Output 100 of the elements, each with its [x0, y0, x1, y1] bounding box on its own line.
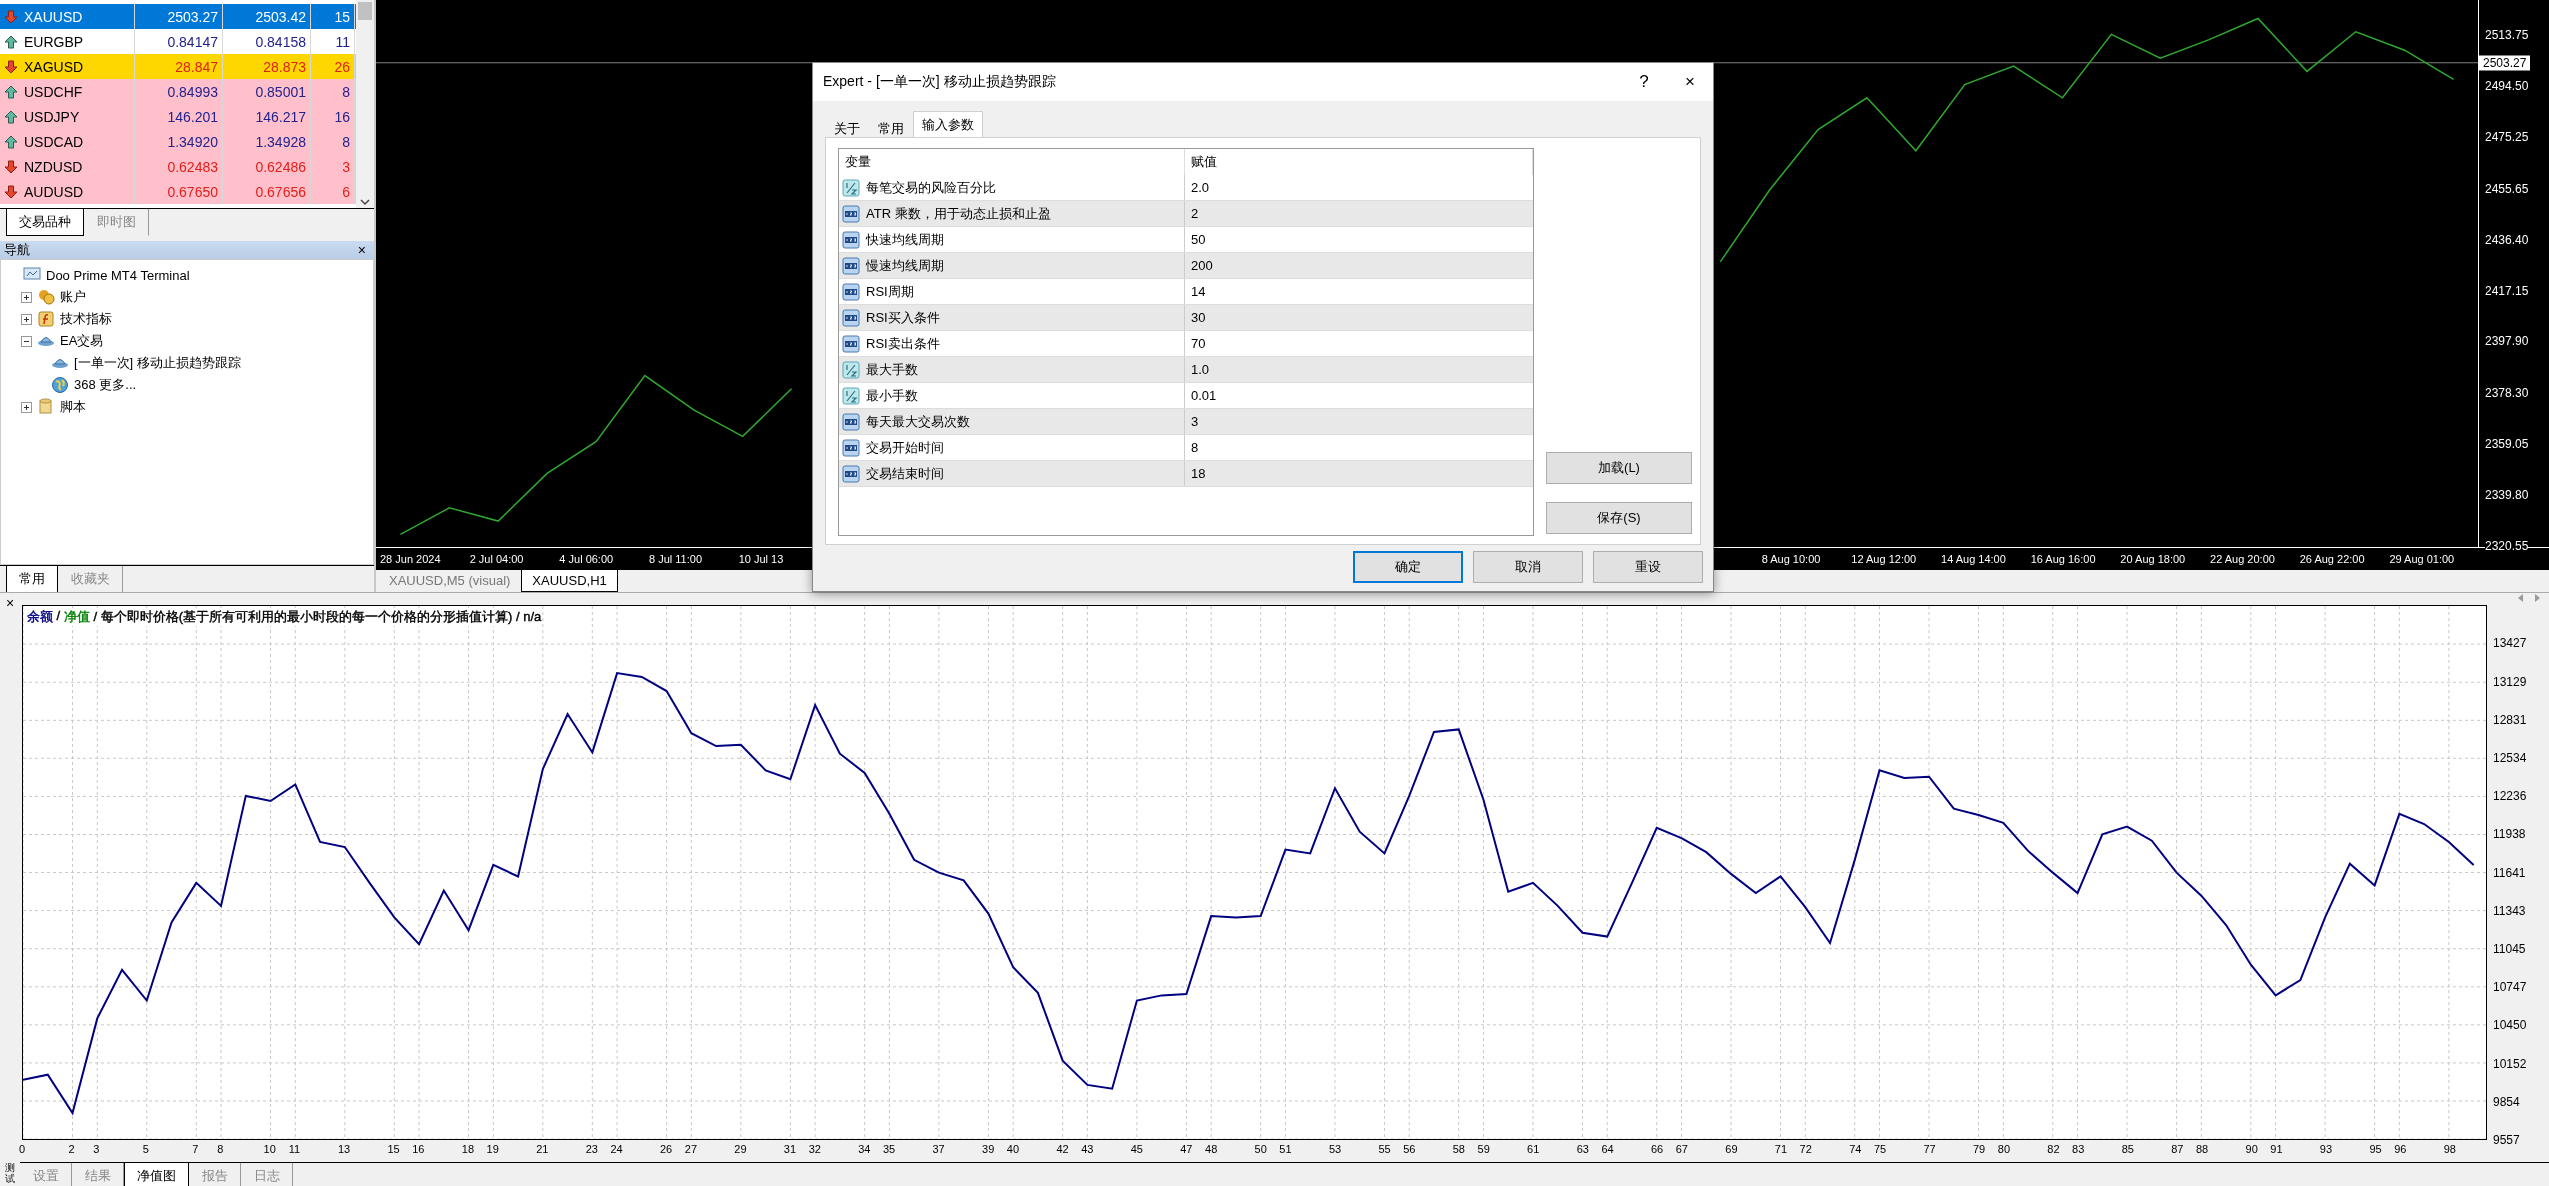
- x-axis-label: 10: [263, 1143, 276, 1155]
- tree-item[interactable]: EA交易: [60, 332, 104, 350]
- x-axis-label: 29: [734, 1143, 747, 1155]
- x-axis-label: 64: [1601, 1143, 1614, 1155]
- time-label: 10 Jul 13: [738, 553, 785, 565]
- help-button[interactable]: ?: [1621, 72, 1667, 92]
- x-axis-label: 75: [1873, 1143, 1887, 1155]
- expand-icon[interactable]: [21, 401, 32, 413]
- panel-tab[interactable]: 常用: [6, 566, 58, 593]
- tree-item[interactable]: 368 更多...: [74, 376, 137, 394]
- parameter-value[interactable]: 8: [1185, 435, 1533, 460]
- x-axis-label: 83: [2072, 1143, 2085, 1155]
- symbol-row[interactable]: XAUUSD 2503.27 2503.42 15: [0, 4, 356, 29]
- x-axis-label: 0: [18, 1143, 26, 1155]
- parameter-name: 交易结束时间: [839, 461, 1185, 486]
- time-label: 14 Aug 14:00: [1941, 553, 2007, 565]
- x-axis-label: 85: [2121, 1143, 2134, 1155]
- x-axis-label: 71: [1774, 1143, 1788, 1155]
- x-axis-label: 90: [2245, 1143, 2258, 1155]
- parameter-value[interactable]: 2.0: [1185, 175, 1533, 200]
- symbol-row[interactable]: USDJPY 146.201 146.217 16: [0, 104, 356, 129]
- parameter-name: RSI卖出条件: [839, 331, 1185, 356]
- dialog-button[interactable]: 取消: [1473, 551, 1583, 583]
- x-axis-label: 48: [1205, 1143, 1218, 1155]
- parameter-value[interactable]: 70: [1185, 331, 1533, 356]
- symbol-name: XAGUSD: [24, 58, 84, 75]
- close-button[interactable]: ×: [1667, 72, 1713, 92]
- x-axis-label: 95: [2369, 1143, 2382, 1155]
- dialog-button[interactable]: 确定: [1353, 551, 1463, 583]
- x-axis-label: 26: [660, 1143, 673, 1155]
- parameter-name: RSI买入条件: [839, 305, 1185, 330]
- parameter-name: 最大手数: [839, 357, 1185, 382]
- parameter-name: RSI周期: [839, 279, 1185, 304]
- dialog-title: Expert - [一单一次] 移动止损趋势跟踪: [823, 73, 1056, 91]
- price-label: 2417.15: [2485, 283, 2529, 298]
- x-axis-label: 31: [783, 1143, 797, 1155]
- y-axis-label: 12831: [2493, 712, 2527, 727]
- close-button[interactable]: ×: [1, 595, 19, 611]
- parameter-value[interactable]: 200: [1185, 253, 1533, 278]
- symbol-row[interactable]: AUDUSD 0.67650 0.67656 6: [0, 179, 356, 204]
- expand-icon[interactable]: [21, 291, 32, 303]
- expand-icon[interactable]: [21, 313, 32, 325]
- parameter-value[interactable]: 3: [1185, 409, 1533, 434]
- close-button[interactable]: ×: [353, 242, 370, 258]
- tree-item[interactable]: 脚本: [60, 398, 86, 416]
- tree-item[interactable]: 账户: [60, 288, 86, 306]
- dialog-tab[interactable]: 关于: [825, 115, 869, 137]
- parameter-value[interactable]: 18: [1185, 461, 1533, 486]
- chevron-down-icon[interactable]: [360, 198, 370, 206]
- symbol-row[interactable]: NZDUSD 0.62483 0.62486 3: [0, 154, 356, 179]
- x-axis-label: 98: [2443, 1143, 2456, 1155]
- parameter-value[interactable]: 0.01: [1185, 383, 1533, 408]
- users-icon: [37, 288, 55, 306]
- parameter-value[interactable]: 14: [1185, 279, 1533, 304]
- dialog-tab[interactable]: 常用: [869, 115, 913, 137]
- tree-item[interactable]: [一单一次] 移动止损趋势跟踪: [74, 354, 241, 372]
- chart-tab[interactable]: XAUUSD,H1: [521, 570, 618, 592]
- x-axis-label: 3: [93, 1143, 100, 1155]
- tester-tab[interactable]: 净值图: [124, 1163, 189, 1186]
- y-axis-label: 12534: [2493, 750, 2527, 765]
- parameter-name: 每笔交易的风险百分比: [839, 175, 1185, 200]
- x-axis-label: 74: [1849, 1143, 1862, 1155]
- y-axis-label: 9557: [2493, 1133, 2520, 1147]
- symbol-name: EURGBP: [24, 33, 84, 50]
- dialog-button[interactable]: 保存(S): [1546, 502, 1692, 534]
- dialog-button[interactable]: 加载(L): [1546, 452, 1692, 484]
- tree-item[interactable]: 技术指标: [60, 310, 112, 328]
- x-axis-label: 80: [1997, 1143, 2011, 1155]
- x-axis-label: 15: [387, 1143, 400, 1155]
- symbol-row[interactable]: USDCAD 1.34920 1.34928 8: [0, 129, 356, 154]
- panel-tab[interactable]: 交易品种: [6, 209, 84, 236]
- parameter-value[interactable]: 1.0: [1185, 357, 1533, 382]
- parameter-value[interactable]: 2: [1185, 201, 1533, 226]
- x-axis-label: 18: [461, 1143, 475, 1155]
- price-label: 2436.40: [2485, 232, 2529, 247]
- x-axis-label: 66: [1650, 1143, 1664, 1155]
- scrollbar[interactable]: [356, 0, 374, 208]
- x-axis-label: 8: [217, 1143, 224, 1155]
- ask-price: 0.67656: [223, 179, 311, 204]
- x-axis-label: 32: [808, 1143, 821, 1155]
- dialog-tab[interactable]: 输入参数: [913, 111, 983, 137]
- scroll-icon: [37, 398, 55, 416]
- parameter-value[interactable]: 30: [1185, 305, 1533, 330]
- y-axis-label: 11045: [2493, 942, 2526, 956]
- symbol-row[interactable]: XAGUSD 28.847 28.873 26: [0, 54, 356, 79]
- scroll-thumb[interactable]: [358, 2, 372, 20]
- parameter-value[interactable]: 50: [1185, 227, 1533, 252]
- dialog-button[interactable]: 重设: [1593, 551, 1703, 583]
- y-axis-label: 10747: [2493, 980, 2527, 995]
- symbol-row[interactable]: USDCHF 0.84993 0.85001 8: [0, 79, 356, 104]
- time-label: 28 Jun 2024: [380, 553, 442, 565]
- x-axis-label: 82: [2047, 1143, 2060, 1155]
- y-axis-label: 11641: [2493, 865, 2526, 880]
- x-axis-label: 53: [1328, 1143, 1342, 1155]
- tree-item[interactable]: Doo Prime MT4 Terminal: [46, 267, 190, 283]
- x-axis-label: 2: [68, 1143, 75, 1155]
- current-price-label: 2503.27: [2479, 55, 2531, 71]
- chart-tab[interactable]: XAUUSD,M5 (visual): [378, 570, 522, 592]
- collapse-icon[interactable]: [21, 335, 32, 347]
- symbol-name: NZDUSD: [24, 158, 83, 175]
